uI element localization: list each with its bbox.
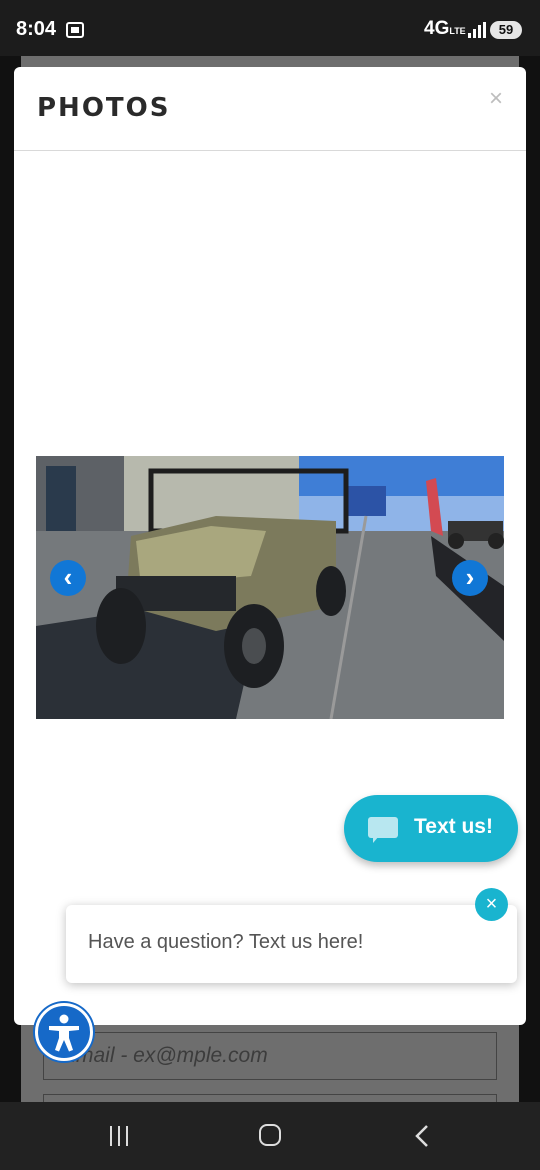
chat-prompt-close-button[interactable]: × <box>475 888 508 921</box>
status-bar: 8:04 4GLTE 59 <box>0 0 540 56</box>
status-time: 8:04 <box>16 18 57 40</box>
modal-header: PHOTOS × <box>14 67 526 151</box>
chat-prompt-text: Have a question? Text us here! <box>88 931 364 953</box>
back-icon[interactable] <box>412 1124 434 1148</box>
text-us-label: Text us! <box>414 815 493 838</box>
close-button[interactable]: × <box>484 87 508 111</box>
chat-prompt[interactable]: Have a question? Text us here! <box>66 905 517 983</box>
network-label: 4G <box>424 18 450 39</box>
home-icon[interactable] <box>259 1124 281 1146</box>
text-us-button[interactable]: Text us! <box>344 795 518 862</box>
accessibility-button[interactable] <box>35 1003 93 1061</box>
vehicle-photo-image <box>36 456 504 719</box>
accessibility-icon <box>49 1014 79 1052</box>
previous-photo-button[interactable]: ‹ <box>50 560 86 596</box>
modal-title: PHOTOS <box>37 93 171 123</box>
screenshot-icon <box>66 22 84 38</box>
email-field[interactable]: Email - ex@mple.com <box>43 1032 497 1080</box>
photos-modal: PHOTOS × ‹ › <box>14 67 526 1025</box>
battery-indicator: 59 <box>490 21 522 39</box>
signal-icon <box>468 22 486 38</box>
network-indicator: 4GLTE <box>424 18 466 40</box>
system-nav-bar <box>0 1102 540 1170</box>
network-sub-label: LTE <box>449 26 466 36</box>
chat-bubble-icon <box>368 817 398 843</box>
recent-apps-icon[interactable] <box>108 1126 130 1146</box>
vehicle-photo: ‹ › <box>36 456 504 719</box>
next-photo-button[interactable]: › <box>452 560 488 596</box>
